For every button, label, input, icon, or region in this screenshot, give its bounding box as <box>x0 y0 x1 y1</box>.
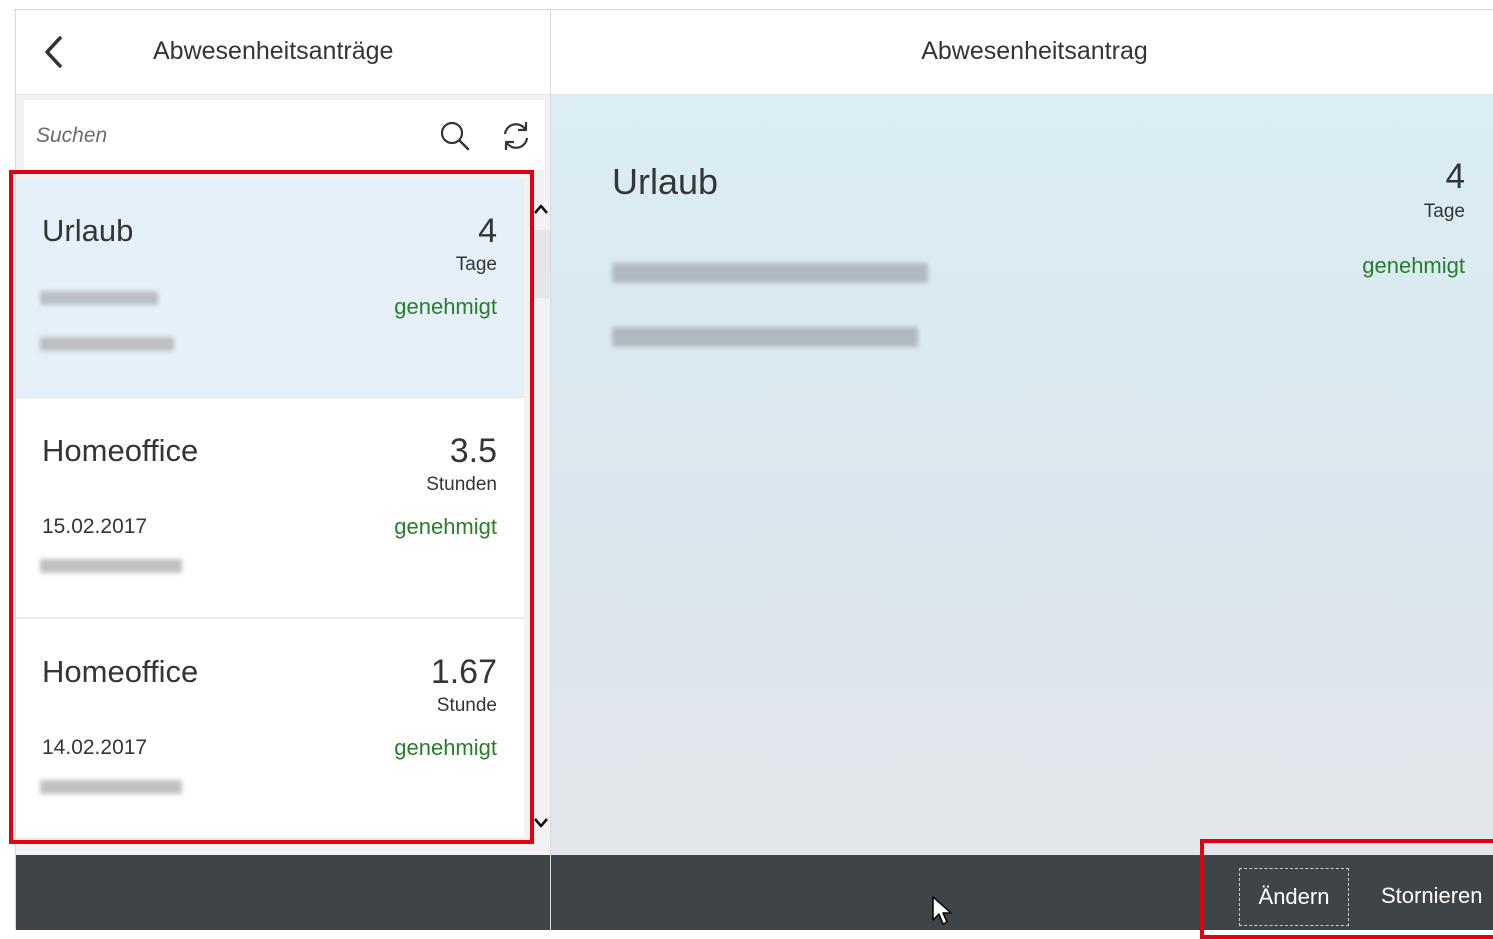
detail-object-title: Urlaub <box>612 161 719 202</box>
refresh-icon[interactable] <box>499 119 533 153</box>
master-pane: Abwesenheitsanträge Suchen Urlaub 4 Tage… <box>15 10 551 930</box>
item-date: 14.02.2017 <box>42 736 148 759</box>
chevron-down-icon[interactable] <box>533 816 549 830</box>
redacted-time-range <box>40 780 182 794</box>
list-item[interactable]: Urlaub 4 Tage genehmigt <box>16 178 524 398</box>
edit-button[interactable]: Ändern <box>1239 868 1349 926</box>
absence-request-list: Urlaub 4 Tage genehmigt Homeoffice 3.5 S… <box>16 178 524 845</box>
detail-page-title: Abwesenheitsantrag <box>921 37 1148 65</box>
item-number: 4 <box>478 212 497 250</box>
chevron-left-icon <box>45 36 62 68</box>
detail-object-header: Urlaub 4 Tage genehmigt <box>551 95 1493 855</box>
item-title: Urlaub <box>42 213 134 248</box>
detail-footer-toolbar: Ändern Stornieren <box>551 855 1493 930</box>
redacted-date <box>40 291 158 305</box>
app-window: Abwesenheitsanträge Suchen Urlaub 4 Tage… <box>0 0 1493 939</box>
item-number: 1.67 <box>430 653 497 691</box>
cancel-request-button[interactable]: Stornieren <box>1381 868 1493 926</box>
item-date: 15.02.2017 <box>42 515 148 538</box>
list-item[interactable]: Homeoffice 3.5 Stunden 15.02.2017 genehm… <box>16 398 524 618</box>
scroll-thumb[interactable] <box>532 230 550 298</box>
item-unit: Stunde <box>436 695 497 716</box>
item-title: Homeoffice <box>42 654 199 689</box>
back-button[interactable] <box>38 32 72 72</box>
redacted-end-date <box>612 327 918 347</box>
item-status: genehmigt <box>394 735 497 760</box>
detail-object-unit: Tage <box>1423 201 1465 222</box>
master-footer-toolbar <box>16 855 551 930</box>
redacted-start-date <box>612 263 928 283</box>
item-title: Homeoffice <box>42 433 199 468</box>
master-title: Abwesenheitsanträge <box>153 37 394 65</box>
item-number: 3.5 <box>449 432 497 470</box>
list-scrollbar[interactable] <box>532 178 550 845</box>
search-input[interactable] <box>34 114 418 158</box>
redacted-time-range <box>40 559 182 573</box>
item-status: genehmigt <box>394 514 497 539</box>
detail-object-number: 4 <box>1445 157 1465 196</box>
item-unit: Stunden <box>426 474 497 495</box>
list-item[interactable]: Homeoffice 1.67 Stunde 14.02.2017 genehm… <box>16 619 524 839</box>
search-bar <box>24 100 544 170</box>
detail-header: Abwesenheitsantrag <box>551 10 1493 95</box>
redacted-date-range <box>40 337 174 351</box>
mouse-pointer-icon <box>932 896 952 925</box>
chevron-up-icon[interactable] <box>533 202 549 216</box>
item-unit: Tage <box>455 254 497 275</box>
detail-status: genehmigt <box>1362 253 1465 278</box>
item-status: genehmigt <box>394 294 497 319</box>
master-header: Abwesenheitsanträge <box>16 10 551 95</box>
detail-pane: Abwesenheitsantrag Urlaub 4 Tage genehmi… <box>550 10 1493 930</box>
search-icon[interactable] <box>439 120 471 152</box>
